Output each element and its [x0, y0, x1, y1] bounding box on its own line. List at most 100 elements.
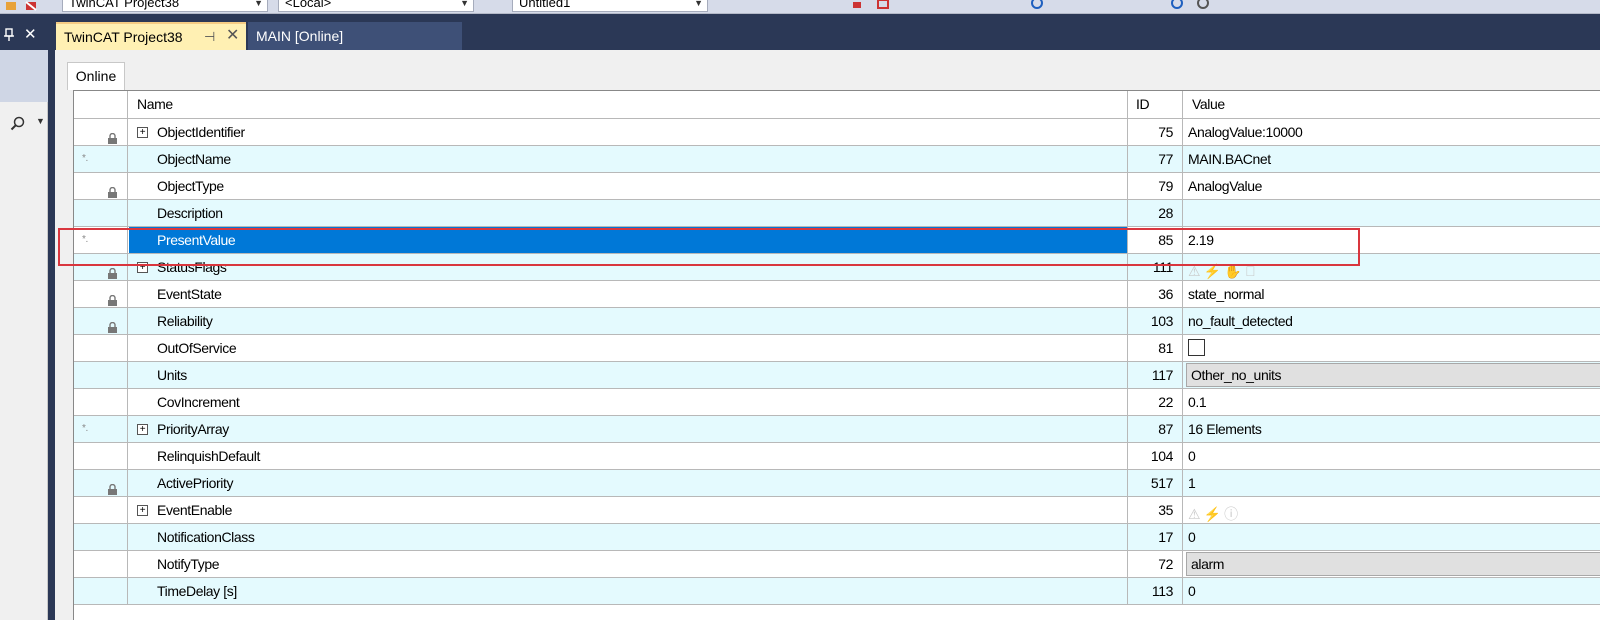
pin-icon[interactable]: ⊣ [204, 24, 215, 50]
id-column-header[interactable]: ID [1128, 91, 1183, 118]
property-value[interactable]: MAIN.BACnet [1188, 151, 1271, 167]
name-cell[interactable]: + StatusFlags [129, 254, 1128, 280]
property-value[interactable]: AnalogValue [1188, 178, 1262, 194]
table-row[interactable]: Reliability 103 no_fault_detected [74, 308, 1600, 335]
table-row[interactable]: NotificationClass 17 0 [74, 524, 1600, 551]
name-cell[interactable]: EventState [129, 281, 1128, 307]
name-cell[interactable]: ActivePriority [129, 470, 1128, 496]
value-cell[interactable] [1184, 335, 1600, 361]
value-cell[interactable]: ⚠ ⚡ ⓘ [1184, 497, 1600, 523]
name-cell[interactable]: OutOfService [129, 335, 1128, 361]
name-cell[interactable]: PresentValue [129, 227, 1128, 253]
property-value[interactable]: 16 Elements [1188, 421, 1262, 437]
name-cell[interactable]: + EventEnable [129, 497, 1128, 523]
property-value[interactable]: state_normal [1188, 286, 1265, 302]
name-cell[interactable]: ObjectType [129, 173, 1128, 199]
property-value[interactable]: 2.19 [1188, 232, 1214, 248]
value-cell[interactable]: 1 [1184, 470, 1600, 496]
name-cell[interactable]: RelinquishDefault [129, 443, 1128, 469]
table-row[interactable]: ObjectType 79 AnalogValue [74, 173, 1600, 200]
name-column-header[interactable]: Name [129, 91, 1128, 118]
expand-icon[interactable]: + [137, 424, 148, 435]
name-cell[interactable]: + PriorityArray [129, 416, 1128, 442]
config-combo[interactable]: Untitled1 ▼ [512, 0, 708, 12]
project-combo[interactable]: TwinCAT Project38 ▼ [62, 0, 268, 12]
search-button[interactable]: ▼ [4, 114, 46, 132]
table-row[interactable]: + ObjectIdentifier 75 AnalogValue:10000 [74, 119, 1600, 146]
name-cell[interactable]: Reliability [129, 308, 1128, 334]
value-cell[interactable]: 0.1 [1184, 389, 1600, 415]
expand-icon[interactable]: + [137, 127, 148, 138]
value-cell[interactable]: ⚠ ⚡ ✋ ⃠ [1184, 254, 1600, 280]
close-icon[interactable]: ✕ [226, 24, 239, 49]
value-cell[interactable]: 2.19 [1184, 227, 1600, 253]
value-cell[interactable]: 0 [1184, 578, 1600, 604]
property-value-combo[interactable]: alarm [1186, 552, 1600, 576]
property-value[interactable]: 0 [1188, 529, 1196, 545]
property-value[interactable]: no_fault_detected [1188, 313, 1293, 329]
refresh-icon[interactable] [1030, 0, 1044, 10]
table-row[interactable]: *. ObjectName 77 MAIN.BACnet [74, 146, 1600, 173]
target-combo[interactable]: <Local> ▼ [278, 0, 474, 12]
value-cell[interactable]: 16 Elements [1184, 416, 1600, 442]
table-row[interactable]: EventState 36 state_normal [74, 281, 1600, 308]
checkbox[interactable] [1188, 339, 1205, 356]
table-row[interactable]: TimeDelay [s] 113 0 [74, 578, 1600, 605]
id-cell: 77 [1128, 146, 1183, 172]
table-row[interactable]: OutOfService 81 [74, 335, 1600, 362]
name-cell[interactable]: Units [129, 362, 1128, 388]
value-cell[interactable]: 0 [1184, 524, 1600, 550]
expand-icon[interactable]: + [137, 262, 148, 273]
reset-icon[interactable] [876, 0, 890, 10]
property-name: Description [157, 205, 223, 221]
table-row[interactable]: RelinquishDefault 104 0 [74, 443, 1600, 470]
property-name: TimeDelay [s] [157, 583, 237, 599]
property-value[interactable]: 0.1 [1188, 394, 1207, 410]
name-cell[interactable]: CovIncrement [129, 389, 1128, 415]
value-cell[interactable]: 0 [1184, 443, 1600, 469]
table-row[interactable]: Description 28 [74, 200, 1600, 227]
name-cell[interactable]: Description [129, 200, 1128, 226]
value-cell[interactable] [1184, 200, 1600, 226]
table-row[interactable]: Units 117 Other_no_units [74, 362, 1600, 389]
name-cell[interactable]: NotifyType [129, 551, 1128, 577]
property-value-combo[interactable]: Other_no_units [1186, 363, 1600, 387]
tab-main-online[interactable]: MAIN [Online] [248, 22, 462, 50]
property-value[interactable]: 1 [1188, 475, 1196, 491]
stop-icon[interactable] [850, 0, 864, 10]
name-cell[interactable]: ObjectName [129, 146, 1128, 172]
tab-twincat-project[interactable]: TwinCAT Project38 ⊣ ✕ [56, 22, 246, 50]
tab-online[interactable]: Online [67, 62, 125, 90]
table-row[interactable]: *. PresentValue 85 2.19 [74, 227, 1600, 254]
property-value[interactable]: 0 [1188, 448, 1196, 464]
sync-alt-icon[interactable] [1196, 0, 1210, 10]
value-cell[interactable]: MAIN.BACnet [1184, 146, 1600, 172]
property-value[interactable]: AnalogValue:10000 [1188, 124, 1303, 140]
pin-icon[interactable] [3, 28, 15, 42]
close-icon[interactable]: ✕ [24, 26, 40, 44]
table-row[interactable]: *. + PriorityArray 87 16 Elements [74, 416, 1600, 443]
table-row[interactable]: CovIncrement 22 0.1 [74, 389, 1600, 416]
table-row[interactable]: + EventEnable 35 ⚠ ⚡ ⓘ [74, 497, 1600, 524]
value-cell[interactable]: alarm [1184, 551, 1600, 577]
property-name: EventEnable [157, 502, 232, 518]
value-cell[interactable]: state_normal [1184, 281, 1600, 307]
name-cell[interactable]: + ObjectIdentifier [129, 119, 1128, 145]
value-cell[interactable]: AnalogValue [1184, 173, 1600, 199]
table-row[interactable]: NotifyType 72 alarm [74, 551, 1600, 578]
sync-icon[interactable] [1170, 0, 1184, 10]
value-column-header[interactable]: Value [1184, 91, 1600, 118]
value-cell[interactable]: no_fault_detected [1184, 308, 1600, 334]
toolbar-icons[interactable] [4, 0, 52, 12]
id-cell: 103 [1128, 308, 1183, 334]
table-row[interactable]: ActivePriority 517 1 [74, 470, 1600, 497]
expand-icon[interactable]: + [137, 505, 148, 516]
table-row[interactable]: + StatusFlags 111 ⚠ ⚡ ✋ ⃠ [74, 254, 1600, 281]
value-cell[interactable]: Other_no_units [1184, 362, 1600, 388]
name-cell[interactable]: TimeDelay [s] [129, 578, 1128, 604]
value-cell[interactable]: AnalogValue:10000 [1184, 119, 1600, 145]
row-icon-cell [74, 308, 128, 334]
row-icon-cell [74, 578, 128, 604]
property-value[interactable]: 0 [1188, 583, 1196, 599]
name-cell[interactable]: NotificationClass [129, 524, 1128, 550]
